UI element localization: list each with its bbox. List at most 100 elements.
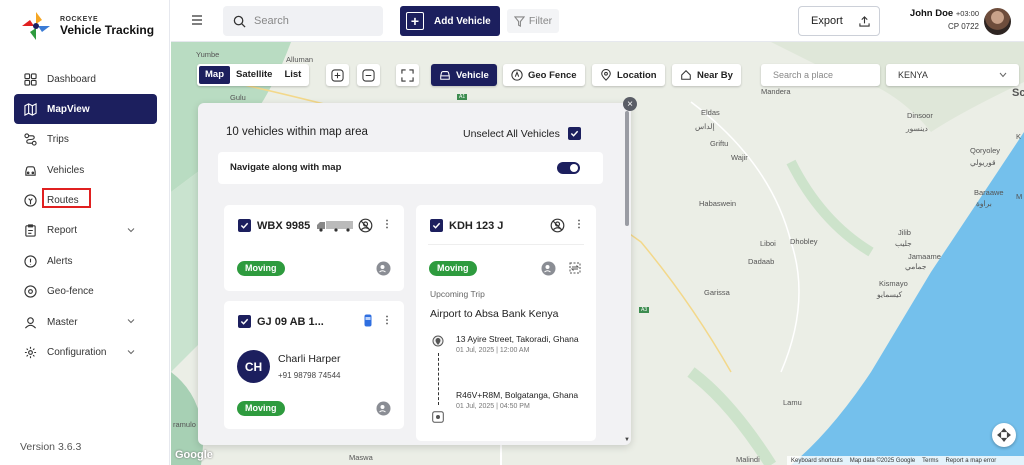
- driver-assign-icon[interactable]: [376, 401, 391, 416]
- place-search-input[interactable]: Search a place: [761, 64, 880, 86]
- road-marker: A1: [457, 94, 468, 100]
- filter-button[interactable]: Filter: [507, 9, 559, 33]
- map-place-label: Dhobley: [790, 237, 818, 246]
- check-icon: [570, 130, 579, 137]
- add-vehicle-label: Add Vehicle: [434, 15, 491, 27]
- user-code: CP 0722: [948, 22, 979, 31]
- fullscreen-button[interactable]: [396, 64, 419, 86]
- map-view-switcher: Map Satellite List: [197, 64, 310, 86]
- sidebar-item-report[interactable]: Report: [14, 216, 157, 246]
- gear-icon: [24, 346, 37, 359]
- panel-scrollbar[interactable]: [625, 111, 629, 226]
- sidebar-item-master[interactable]: Master: [14, 307, 157, 337]
- sidebar: ROCKEYE Vehicle Tracking Dashboard MapVi…: [0, 0, 170, 465]
- vehicle-card-title: GJ 09 AB 1...: [238, 315, 324, 328]
- sidebar-item-label: Configuration: [47, 347, 107, 359]
- master-icon: [24, 316, 37, 329]
- map-place-label: دينسور: [906, 124, 928, 133]
- logo-mark-icon: [22, 12, 50, 40]
- stop-time: 01 Jul, 2025 | 04:50 PM: [456, 403, 530, 410]
- app-version: Version 3.6.3: [20, 441, 82, 453]
- close-panel-button[interactable]: ×: [623, 97, 637, 111]
- vehicle-checkbox[interactable]: [430, 219, 443, 232]
- map-place-label: Habaswein: [699, 199, 737, 208]
- map-place-label: K: [1016, 132, 1022, 141]
- brand-name: Vehicle Tracking: [60, 22, 155, 37]
- driver-assign-icon[interactable]: [376, 261, 391, 276]
- vehicle-checkbox[interactable]: [238, 219, 251, 232]
- no-driver-icon[interactable]: [358, 218, 373, 233]
- truck-icon: [317, 220, 354, 232]
- map-place-label: جمامي: [905, 262, 927, 271]
- vehicle-card[interactable]: KDH 123 J ⋮ Moving Upcoming Trip Airport…: [416, 205, 596, 441]
- stop-address: 13 Ayire Street, Takoradi, Ghana: [456, 334, 579, 344]
- country-select[interactable]: KENYA: [886, 64, 1019, 86]
- more-options-icon[interactable]: ⋮: [382, 219, 392, 230]
- recenter-button[interactable]: [992, 423, 1016, 447]
- map-place-label: ramulo: [173, 420, 196, 429]
- map-place-label: Jilib: [898, 228, 911, 237]
- transfer-icon[interactable]: [569, 262, 581, 274]
- hamburger-menu-icon[interactable]: [191, 14, 203, 26]
- attribution-link[interactable]: Report a map error: [946, 458, 997, 464]
- brand-logo[interactable]: ROCKEYE Vehicle Tracking: [20, 10, 154, 42]
- attribution-link[interactable]: Keyboard shortcuts: [791, 458, 843, 464]
- map-place-label: Liboi: [760, 239, 776, 248]
- user-info[interactable]: John Doe +03:00 CP 0722: [905, 8, 979, 31]
- status-badge: Moving: [237, 261, 285, 276]
- zoom-out-button[interactable]: [357, 64, 380, 86]
- scroll-down-arrow-icon[interactable]: ▼: [624, 437, 630, 443]
- search-input[interactable]: Search: [223, 6, 383, 36]
- map-place-label: Maswa: [349, 453, 373, 462]
- more-options-icon[interactable]: ⋮: [574, 219, 584, 230]
- attribution-link[interactable]: Terms: [922, 458, 938, 464]
- vehicle-card-title: WBX 9985: [238, 219, 354, 232]
- avatar[interactable]: [984, 8, 1011, 35]
- unselect-all-vehicles[interactable]: Unselect All Vehicles: [463, 127, 581, 140]
- sidebar-item-alerts[interactable]: Alerts: [14, 246, 157, 276]
- trip-stop-destination: R46V+R8M, Bolgatanga, Ghana 01 Jul, 2025…: [456, 389, 586, 413]
- map-place-label: Griftu: [710, 139, 729, 148]
- more-options-icon[interactable]: ⋮: [382, 315, 392, 326]
- unselect-all-checkbox[interactable]: [567, 127, 581, 140]
- vehicle-list-panel: 10 vehicles within map area Unselect All…: [198, 103, 631, 445]
- navigate-with-map-toggle[interactable]: [557, 162, 580, 174]
- add-vehicle-button[interactable]: + Add Vehicle: [400, 6, 500, 36]
- vehicle-toggle-button[interactable]: Vehicle: [431, 64, 497, 86]
- map-place-label: Alluman: [286, 55, 314, 64]
- sidebar-nav: Dashboard MapView Trips Vehicles Routes …: [14, 64, 157, 368]
- road-marker: A3: [639, 307, 650, 313]
- sidebar-item-mapview[interactable]: MapView: [14, 94, 157, 125]
- stop-time: 01 Jul, 2025 | 12:00 AM: [456, 347, 530, 354]
- chevron-down-icon: [127, 319, 135, 324]
- navigate-with-map-row: Navigate along with map: [218, 152, 603, 184]
- near-by-toggle-label: Near By: [697, 69, 733, 81]
- sidebar-item-geo-fence[interactable]: Geo-fence: [14, 277, 157, 307]
- driver-assign-icon[interactable]: [541, 261, 556, 276]
- no-driver-icon[interactable]: [550, 218, 565, 233]
- tab-list[interactable]: List: [278, 66, 307, 84]
- map-place-label: Malindi: [736, 455, 760, 464]
- trip-name[interactable]: Airport to Absa Bank Kenya: [430, 308, 558, 320]
- map-place-label: كيسمايو: [877, 290, 903, 299]
- sidebar-item-vehicles[interactable]: Vehicles: [14, 155, 157, 185]
- export-button[interactable]: Export: [798, 6, 880, 36]
- tab-map[interactable]: Map: [199, 66, 230, 84]
- vehicle-card[interactable]: WBX 9985 ⋮ Moving: [224, 205, 404, 291]
- sidebar-item-trips[interactable]: Trips: [14, 125, 157, 155]
- unselect-all-label: Unselect All Vehicles: [463, 127, 560, 140]
- zoom-in-button[interactable]: [326, 64, 349, 86]
- location-pin-icon: [601, 69, 611, 81]
- sidebar-item-label: Trips: [47, 134, 69, 146]
- pin-icon: [24, 285, 37, 298]
- geo-fence-toggle-button[interactable]: Geo Fence: [503, 64, 585, 86]
- attribution-text: Map data ©2025 Google: [849, 457, 916, 464]
- location-toggle-button[interactable]: Location: [592, 64, 665, 86]
- tab-satellite[interactable]: Satellite: [230, 66, 278, 84]
- sidebar-item-configuration[interactable]: Configuration: [14, 338, 157, 368]
- vehicle-checkbox[interactable]: [238, 315, 251, 328]
- near-by-toggle-button[interactable]: Near By: [672, 64, 741, 86]
- sidebar-item-dashboard[interactable]: Dashboard: [14, 64, 157, 94]
- vehicle-card[interactable]: GJ 09 AB 1... ⋮ CH Charli Harper +91 987…: [224, 301, 404, 429]
- car-top-view-icon: [364, 314, 372, 327]
